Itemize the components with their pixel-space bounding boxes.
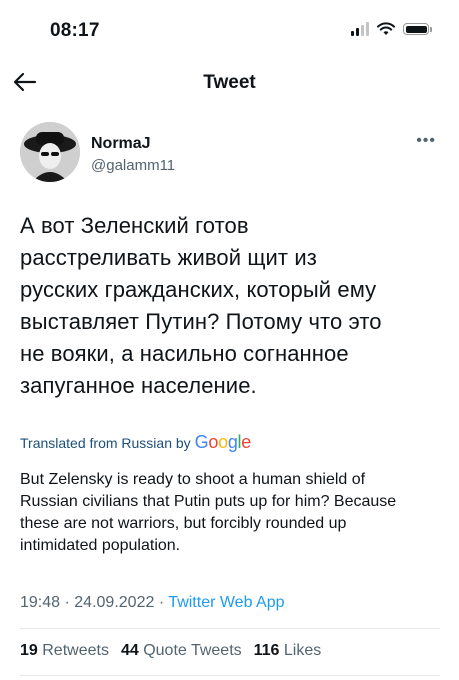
likes-stat[interactable]: 116 Likes — [254, 642, 322, 660]
status-icons — [351, 22, 432, 36]
status-bar: 08:17 — [0, 0, 459, 56]
translation-attribution: Translated from Russian by Google — [20, 432, 251, 453]
avatar[interactable] — [20, 122, 80, 182]
tweet-text: А вот Зеленский готов расстреливать живо… — [20, 213, 382, 398]
quote-tweets-stat[interactable]: 44 Quote Tweets — [121, 642, 242, 660]
translated-label: Translated from Russian by — [20, 435, 191, 451]
nav-bar: Tweet — [0, 60, 459, 104]
signal-icon — [351, 22, 369, 36]
author-handle[interactable]: @galamm11 — [91, 157, 175, 174]
tweet-author[interactable]: NormaJ @galamm11 ••• — [20, 122, 440, 184]
tweet-date: 24.09.2022 — [74, 594, 155, 611]
page-title: Tweet — [203, 72, 256, 93]
google-logo: Google — [194, 432, 252, 452]
retweets-stat[interactable]: 19 Retweets — [20, 642, 109, 660]
tweet-source-link[interactable]: Twitter Web App — [168, 594, 284, 611]
more-icon[interactable]: ••• — [416, 132, 436, 150]
tweet-meta: 19:48 · 24.09.2022 · Twitter Web App — [20, 594, 285, 611]
tweet: NormaJ @galamm11 ••• А вот Зеленский гот… — [20, 122, 440, 676]
divider — [20, 675, 440, 676]
battery-icon — [403, 23, 432, 35]
avatar-image — [20, 122, 80, 182]
author-name[interactable]: NormaJ — [91, 135, 151, 153]
wifi-icon — [377, 22, 395, 35]
tweet-time: 19:48 — [20, 594, 61, 611]
translated-text: But Zelensky is ready to shoot a human s… — [20, 471, 397, 554]
tweet-stats: 19 Retweets 44 Quote Tweets 116 Likes — [20, 642, 321, 660]
status-time: 08:17 — [50, 20, 100, 41]
divider — [20, 628, 440, 629]
